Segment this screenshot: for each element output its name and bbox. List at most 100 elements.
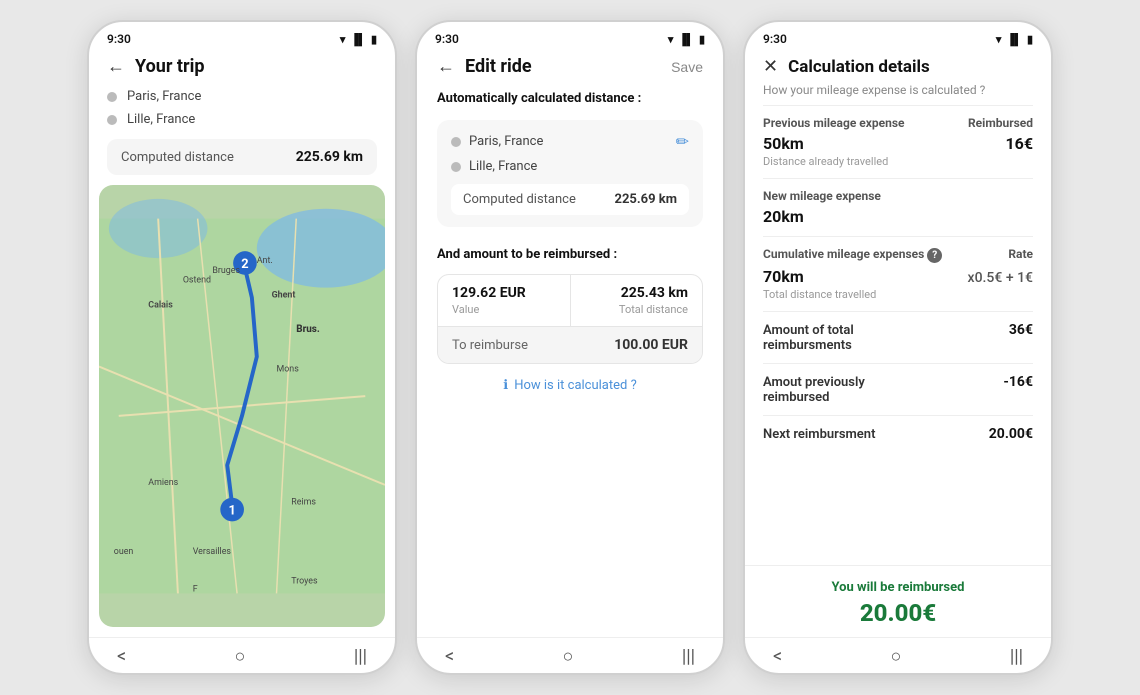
prev-mileage-col2: Reimbursed: [968, 116, 1033, 130]
route-wp-label-1: Paris, France: [469, 134, 543, 149]
phone3-subtitle: How your mileage expense is calculated ?: [745, 81, 1051, 105]
route-wp-left-2: Lille, France: [451, 159, 537, 174]
distance-label-1: Computed distance: [121, 150, 234, 165]
route-distance-val: 225.69 km: [615, 192, 678, 207]
status-icons-3: ▾ ▐▌ ▮: [996, 33, 1033, 46]
svg-text:Calais: Calais: [148, 300, 173, 310]
new-mileage-header: New mileage expense: [763, 189, 1033, 203]
help-icon[interactable]: ?: [927, 248, 942, 263]
waypoint-dot-1: [107, 92, 117, 102]
reimburse-top: 129.62 EUR Value 225.43 km Total distanc…: [438, 275, 702, 327]
nav-bar-2: < ○ |||: [417, 637, 723, 673]
cumul-main: 70km x0.5€ + 1€: [763, 267, 1033, 286]
nav-bar-1: < ○ |||: [89, 637, 395, 673]
phone-2: 9:30 ▾ ▐▌ ▮ ← Edit ride Save Automatical…: [415, 20, 725, 675]
svg-text:Brus.: Brus.: [296, 324, 320, 335]
calc-table: Previous mileage expense Reimbursed 50km…: [745, 105, 1051, 565]
new-mileage-value: 20km: [763, 207, 1033, 226]
nav-menu-3[interactable]: |||: [1010, 646, 1023, 667]
phone2-header: ← Edit ride Save: [437, 50, 703, 91]
value-amount: 129.62 EUR: [452, 285, 556, 301]
how-link[interactable]: ℹ How is it calculated ?: [437, 378, 703, 393]
battery-icon-2: ▮: [699, 33, 705, 46]
prev-distance: 50km: [763, 134, 804, 153]
svg-text:ouen: ouen: [114, 547, 134, 557]
nav-home-2[interactable]: ○: [563, 646, 574, 667]
footer-value: 20.00€: [763, 599, 1033, 627]
cumul-col1: Cumulative mileage expenses ?: [763, 247, 942, 263]
nav-home-3[interactable]: ○: [891, 646, 902, 667]
cumul-col2: Rate: [1008, 247, 1033, 263]
phone1-title: Your trip: [135, 56, 204, 77]
reimburse-bottom: To reimburse 100.00 EUR: [438, 327, 702, 363]
status-icons-2: ▾ ▐▌ ▮: [668, 33, 705, 46]
phone2-header-left: ← Edit ride: [437, 56, 532, 77]
route-wp-row-1: Paris, France ✏: [451, 132, 689, 151]
status-icons-1: ▾ ▐▌ ▮: [340, 33, 377, 46]
svg-text:Ghent: Ghent: [272, 291, 296, 301]
route-distance-row: Computed distance 225.69 km: [451, 184, 689, 215]
route-dot-1: [451, 137, 461, 147]
prev-amount: 16€: [1005, 134, 1033, 153]
reimburse-section: And amount to be reimbursed : 129.62 EUR…: [437, 247, 703, 364]
auto-distance-label: Automatically calculated distance :: [437, 91, 703, 106]
footer-label: You will be reimbursed: [763, 580, 1033, 595]
status-bar-3: 9:30 ▾ ▐▌ ▮: [745, 22, 1051, 50]
svg-text:Mons: Mons: [277, 364, 300, 374]
prev-mileage-header: Previous mileage expense Reimbursed: [763, 116, 1033, 130]
svg-text:Amiens: Amiens: [148, 478, 178, 488]
next-reimb-row: Next reimbursment 20.00€: [763, 415, 1033, 452]
phone3-title: Calculation details: [788, 57, 930, 77]
route-card: Paris, France ✏ Lille, France Computed d…: [437, 120, 703, 227]
route-wp-row-2: Lille, France: [451, 159, 689, 174]
svg-text:Versailles: Versailles: [193, 547, 232, 557]
prev-mileage-row: Previous mileage expense Reimbursed 50km…: [763, 105, 1033, 178]
nav-back-1[interactable]: <: [117, 646, 126, 667]
svg-text:1: 1: [228, 503, 235, 518]
back-button-2[interactable]: ←: [437, 56, 455, 77]
to-reimburse-value: 100.00 EUR: [614, 337, 688, 353]
nav-back-2[interactable]: <: [445, 646, 454, 667]
reimburse-card: 129.62 EUR Value 225.43 km Total distanc…: [437, 274, 703, 364]
time-3: 9:30: [763, 32, 787, 46]
distance-row-1: Computed distance 225.69 km: [107, 139, 377, 175]
info-icon: ℹ: [503, 378, 508, 393]
phone1-header: ← Your trip: [89, 50, 395, 85]
phone2-main: ← Edit ride Save Automatically calculate…: [417, 50, 723, 637]
nav-back-3[interactable]: <: [773, 646, 782, 667]
save-button[interactable]: Save: [671, 59, 703, 75]
close-button[interactable]: ✕: [763, 56, 778, 77]
svg-text:Ant.: Ant.: [257, 256, 273, 266]
phone-3: 9:30 ▾ ▐▌ ▮ ✕ Calculation details How yo…: [743, 20, 1053, 675]
back-button-1[interactable]: ←: [107, 56, 125, 77]
distance-value-1: 225.69 km: [296, 149, 363, 165]
value-label: Value: [452, 303, 556, 316]
map-svg: 1 2 Calais Ostend Bruges Ant. Ghent Brus…: [99, 185, 385, 627]
edit-icon[interactable]: ✏: [676, 132, 689, 151]
how-link-text: How is it calculated ?: [514, 378, 637, 393]
cumul-row: Cumulative mileage expenses ? Rate 70km …: [763, 236, 1033, 311]
phone-1: 9:30 ▾ ▐▌ ▮ ← Your trip Paris, France Li…: [87, 20, 397, 675]
status-bar-2: 9:30 ▾ ▐▌ ▮: [417, 22, 723, 50]
svg-text:F: F: [193, 584, 198, 594]
battery-icon-3: ▮: [1027, 33, 1033, 46]
nav-home-1[interactable]: ○: [235, 646, 246, 667]
cumul-value: 70km: [763, 267, 804, 286]
phone1-main: ← Your trip Paris, France Lille, France …: [89, 50, 395, 637]
prev-mileage-main: 50km 16€: [763, 134, 1033, 153]
map-container: 1 2 Calais Ostend Bruges Ant. Ghent Brus…: [99, 185, 385, 627]
svg-text:Ostend: Ostend: [183, 276, 211, 286]
total-reimb-value: 36€: [1009, 322, 1033, 338]
nav-menu-1[interactable]: |||: [354, 646, 367, 667]
phone2-title: Edit ride: [465, 56, 532, 77]
waypoint-2: Lille, France: [107, 112, 377, 127]
nav-menu-2[interactable]: |||: [682, 646, 695, 667]
prev-reimb-value: -16€: [1003, 374, 1033, 390]
next-reimb-label: Next reimbursment: [763, 427, 875, 442]
total-dist-cell: 225.43 km Total distance: [570, 275, 703, 327]
time-1: 9:30: [107, 32, 131, 46]
route-wp-left-1: Paris, France: [451, 134, 543, 149]
prev-sub: Distance already travelled: [763, 155, 1033, 168]
waypoint-label-1: Paris, France: [127, 89, 201, 104]
status-bar-1: 9:30 ▾ ▐▌ ▮: [89, 22, 395, 50]
